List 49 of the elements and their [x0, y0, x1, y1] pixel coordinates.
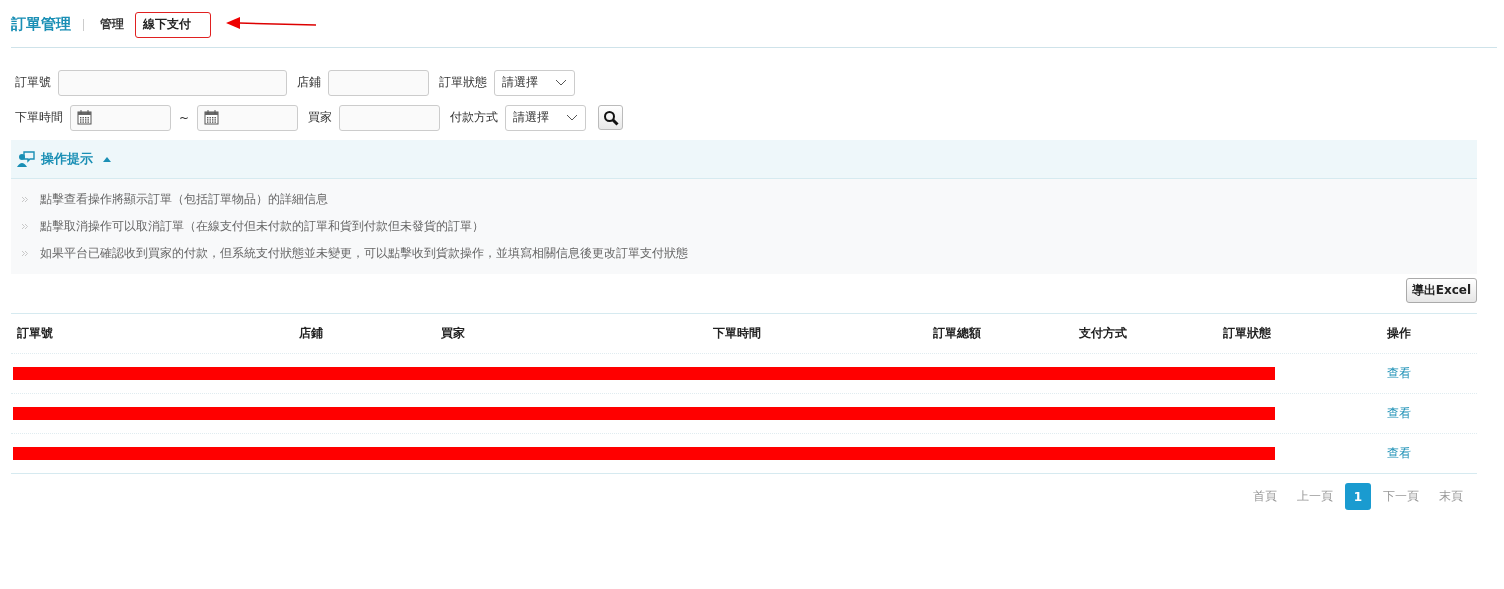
column-header: 店鋪: [298, 325, 324, 342]
bullet-icon: [22, 197, 28, 202]
field-label: 店鋪: [297, 74, 321, 91]
chevron-down-icon: [566, 113, 579, 122]
page-button[interactable]: 首頁: [1244, 483, 1285, 510]
field-label: 下單時間: [15, 109, 63, 126]
bullet-icon: [22, 224, 28, 229]
tip-text: 點擊查看操作將顯示訂單（包括訂單物品）的詳細信息: [40, 191, 328, 208]
export-button[interactable]: 導出Excel: [1405, 278, 1477, 303]
tip-text: 點擊取消操作可以取消訂單（在線支付但未付款的訂單和貨到付款但未發貨的訂單）: [40, 218, 484, 235]
tip-text: 如果平台已確認收到買家的付款，但系統支付狀態並未變更，可以點擊收到貨款操作，並填寫相關信息後更改訂單支付狀態: [40, 245, 688, 262]
column-header: 操作: [1386, 325, 1412, 342]
field-label: 訂單號: [15, 74, 51, 91]
page-button[interactable]: 1: [1344, 483, 1371, 510]
text-field[interactable]: [339, 104, 441, 131]
field-label: 訂單狀態: [439, 74, 487, 91]
tab[interactable]: 管理: [92, 10, 132, 39]
search-button[interactable]: [598, 105, 624, 130]
column-header: 買家: [440, 325, 466, 342]
calendar-icon: [77, 110, 92, 125]
page-button[interactable]: 末頁: [1431, 483, 1471, 510]
chevron-down-icon: [555, 78, 567, 87]
date-field[interactable]: [197, 104, 299, 131]
page-button[interactable]: 下一頁: [1375, 483, 1427, 510]
tab[interactable]: 線下支付: [135, 11, 211, 38]
select-field[interactable]: 請選擇: [505, 104, 587, 131]
view-link[interactable]: 查看: [1387, 406, 1411, 420]
column-header: 下單時間: [712, 325, 762, 342]
caret-icon[interactable]: [103, 156, 111, 162]
view-link[interactable]: 查看: [1387, 446, 1411, 460]
field-label: 付款方式: [450, 109, 499, 126]
column-header: 訂單狀態: [1222, 325, 1272, 342]
page-button[interactable]: 上一頁: [1288, 483, 1341, 510]
text-field[interactable]: [58, 69, 287, 96]
column-header: 訂單總額: [932, 325, 982, 342]
user-tip-icon: [17, 151, 35, 167]
select-field[interactable]: 請選擇: [494, 69, 575, 96]
page-title: 訂單管理: [11, 15, 71, 34]
view-link[interactable]: 查看: [1387, 366, 1411, 380]
field-label: 買家: [308, 109, 333, 126]
range-separator: ~: [179, 110, 190, 125]
date-field[interactable]: [70, 104, 171, 131]
bullet-icon: [22, 251, 28, 256]
tips-title: 操作提示: [41, 150, 93, 168]
column-header: 支付方式: [1078, 325, 1128, 342]
calendar-icon: [204, 110, 220, 125]
column-header: 訂單號: [16, 325, 54, 342]
search-icon: [602, 109, 619, 126]
text-field[interactable]: [328, 69, 429, 96]
